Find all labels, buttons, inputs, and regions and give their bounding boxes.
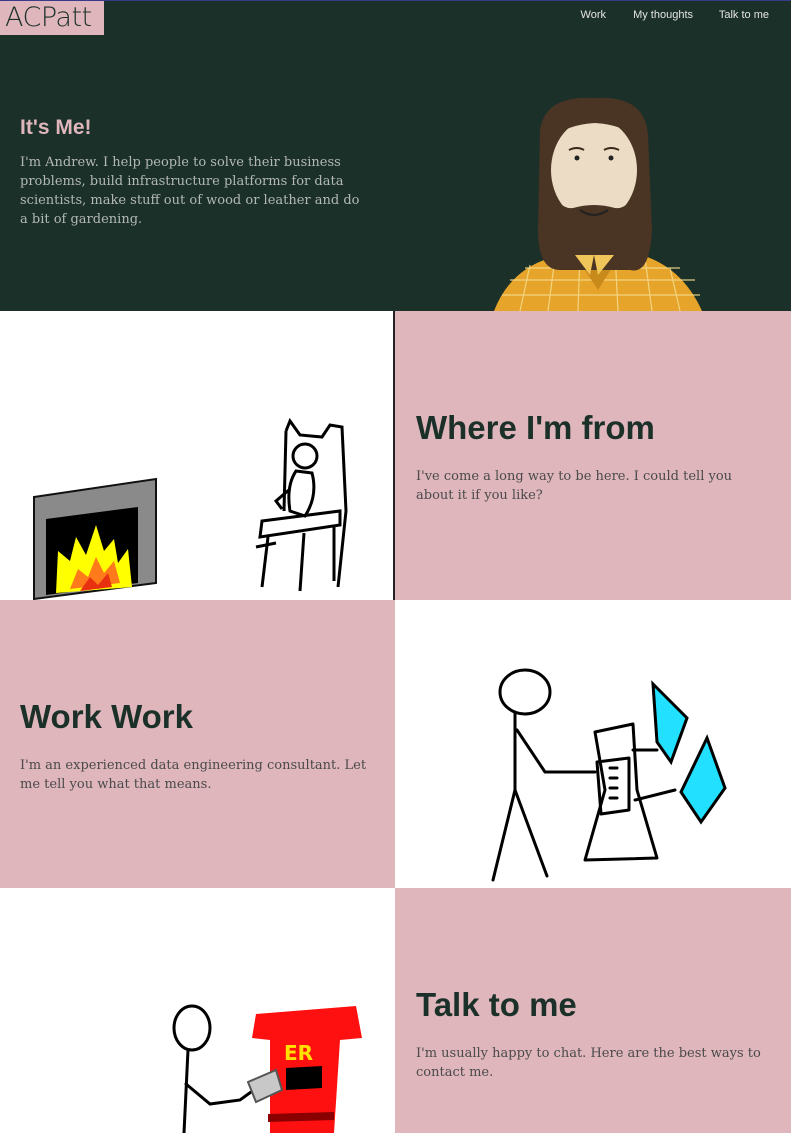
section-text: I've come a long way to be here. I could…	[416, 469, 733, 503]
work-section: Work Work I'm an experienced data engine…	[0, 600, 395, 888]
work-illustration	[395, 600, 791, 888]
section-text: I'm usually happy to chat. Here are the …	[416, 1046, 761, 1080]
hero-section: ACPatt Work My thoughts Talk to me It's …	[0, 0, 791, 311]
hero-title: It's Me!	[20, 116, 92, 139]
where-from-illustration	[0, 311, 393, 600]
section-title[interactable]: Where I'm from	[416, 409, 655, 447]
section-title[interactable]: Work Work	[20, 698, 193, 736]
postbox-er-text: ER	[284, 1041, 313, 1065]
where-from-section: Where I'm from I've come a long way to b…	[395, 311, 791, 600]
contact-illustration: ER	[0, 888, 395, 1133]
hero-intro-text: I'm Andrew. I help people to solve their…	[20, 155, 360, 227]
nav-link-my-thoughts[interactable]: My thoughts	[633, 9, 693, 21]
contact-section: Talk to me I'm usually happy to chat. He…	[395, 888, 791, 1133]
nav-link-work[interactable]: Work	[581, 9, 606, 21]
section-text: I'm an experienced data engineering cons…	[20, 758, 367, 792]
portrait-illustration	[480, 90, 720, 311]
site-logo[interactable]: ACPatt	[0, 1, 104, 35]
nav-link-talk-to-me[interactable]: Talk to me	[719, 9, 769, 21]
top-border	[0, 0, 791, 1]
section-title[interactable]: Talk to me	[416, 986, 577, 1024]
